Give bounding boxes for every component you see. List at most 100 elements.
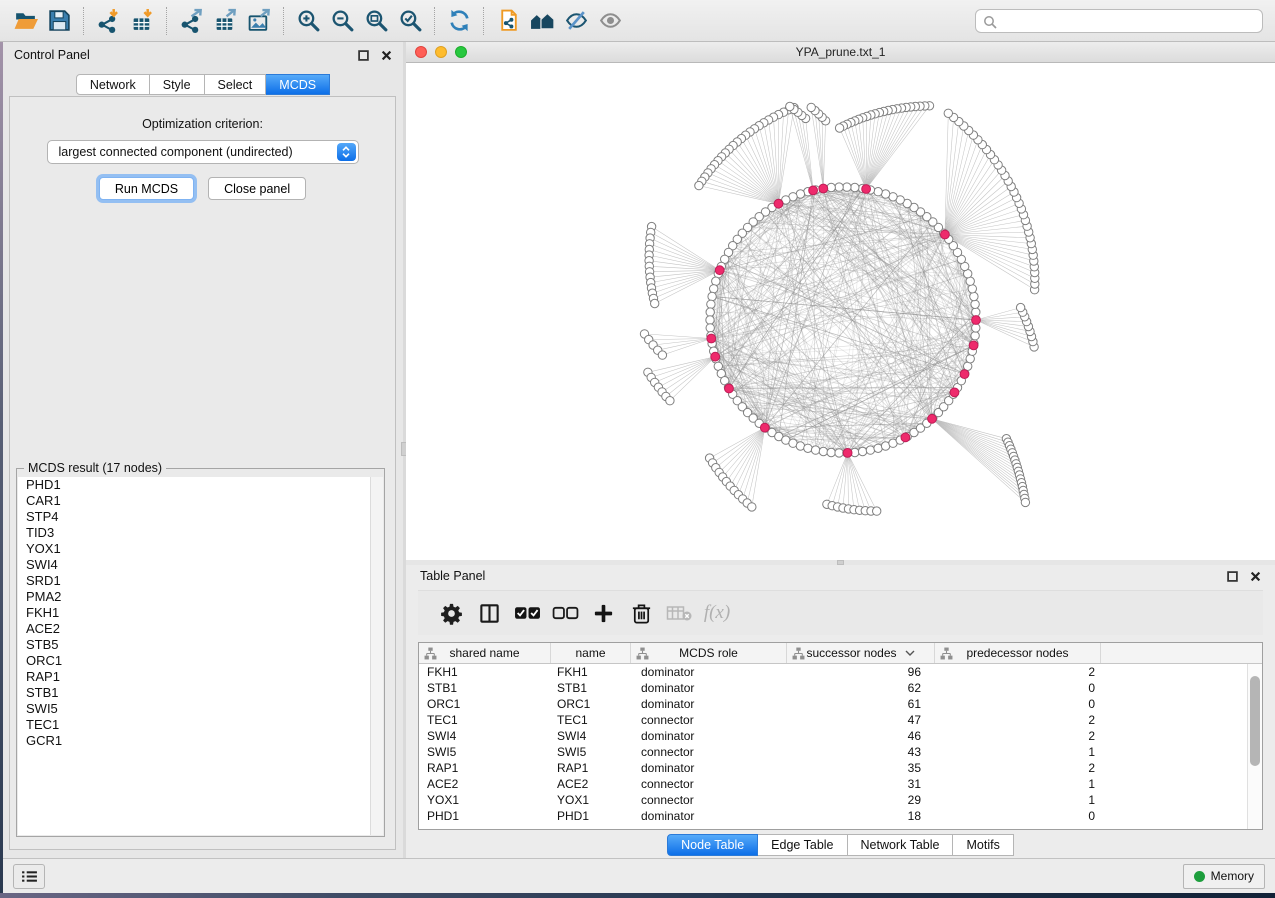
table-body[interactable]: FKH1 FKH1 dominator 96 2 STB1 STB1 domin… xyxy=(419,664,1247,829)
network-window-titlebar[interactable]: YPA_prune.txt_1 xyxy=(406,42,1275,63)
main-toolbar xyxy=(0,0,1275,42)
table-row[interactable]: RAP1 RAP1 dominator 35 2 xyxy=(419,760,1247,776)
maximize-window-icon[interactable] xyxy=(455,46,467,58)
table-row[interactable]: SWI5 SWI5 connector 43 1 xyxy=(419,744,1247,760)
table-row[interactable]: STB1 STB1 dominator 62 0 xyxy=(419,680,1247,696)
toolbar-separator xyxy=(483,7,484,35)
search-box[interactable] xyxy=(975,9,1263,33)
add-row-button[interactable] xyxy=(584,593,622,633)
mcds-result-item[interactable]: STB5 xyxy=(18,637,383,653)
run-mcds-button[interactable]: Run MCDS xyxy=(99,177,194,200)
network-overview-button[interactable] xyxy=(525,3,559,39)
table-column-header[interactable]: successor nodes xyxy=(787,643,935,663)
table-column-header[interactable]: shared name xyxy=(419,643,551,663)
table-row[interactable]: TEC1 TEC1 connector 47 2 xyxy=(419,712,1247,728)
mcds-result-list[interactable]: PHD1 CAR1 STP4 TID3 YOX1 SWI4 SRD1 PMA2 … xyxy=(18,477,383,835)
import-table-button[interactable] xyxy=(125,3,159,39)
table-scrollbar-thumb[interactable] xyxy=(1250,676,1260,766)
zoom-fit-icon xyxy=(364,8,389,33)
zoom-fit-button[interactable] xyxy=(359,3,393,39)
mcds-result-item[interactable]: CAR1 xyxy=(18,493,383,509)
mcds-result-item[interactable]: SWI5 xyxy=(18,701,383,717)
cell-predecessor-nodes: 0 xyxy=(935,680,1101,696)
table-tab[interactable]: Node Table xyxy=(667,834,758,856)
delete-table-icon xyxy=(666,604,693,622)
mcds-result-item[interactable]: ACE2 xyxy=(18,621,383,637)
search-icon xyxy=(983,15,997,29)
gear-icon xyxy=(440,602,463,625)
deselect-all-button[interactable] xyxy=(546,593,584,633)
zoom-selected-button[interactable] xyxy=(393,3,427,39)
float-panel-icon[interactable] xyxy=(358,50,369,61)
table-column-header[interactable]: predecessor nodes xyxy=(935,643,1101,663)
hide-graphics-details-button[interactable] xyxy=(559,3,593,39)
table-column-header[interactable]: MCDS role xyxy=(631,643,787,663)
table-tab[interactable]: Motifs xyxy=(953,834,1013,856)
export-table-button[interactable] xyxy=(208,3,242,39)
close-window-icon[interactable] xyxy=(415,46,427,58)
mcds-result-item[interactable]: SWI4 xyxy=(18,557,383,573)
close-panel-button[interactable]: Close panel xyxy=(208,177,306,200)
mcds-result-item[interactable]: TID3 xyxy=(18,525,383,541)
table-row[interactable]: ACE2 ACE2 connector 31 1 xyxy=(419,776,1247,792)
refresh-view-button[interactable] xyxy=(442,3,476,39)
mcds-result-item[interactable]: RAP1 xyxy=(18,669,383,685)
table-toolbar: f(x) xyxy=(418,590,1263,635)
network-canvas[interactable] xyxy=(406,63,1275,560)
cell-name: FKH1 xyxy=(551,664,631,680)
cell-shared-name: YOX1 xyxy=(419,792,551,808)
zoom-in-button[interactable] xyxy=(291,3,325,39)
mcds-result-item[interactable]: YOX1 xyxy=(18,541,383,557)
mcds-result-item[interactable]: STP4 xyxy=(18,509,383,525)
table-scrollbar[interactable] xyxy=(1247,664,1262,829)
mcds-result-item[interactable]: SRD1 xyxy=(18,573,383,589)
table-settings-button[interactable] xyxy=(432,593,470,633)
mcds-result-item[interactable]: PHD1 xyxy=(18,477,383,493)
control-panel-tab[interactable]: Network xyxy=(76,74,150,95)
optimization-criterion-select[interactable]: largest connected component (undirected) xyxy=(47,140,359,164)
table-column-header[interactable]: name xyxy=(551,643,631,663)
duplicate-network-button[interactable] xyxy=(491,3,525,39)
cell-mcds-role: dominator xyxy=(631,728,787,744)
control-panel-tab[interactable]: Select xyxy=(205,74,267,95)
import-network-button[interactable] xyxy=(91,3,125,39)
mcds-result-item[interactable]: PMA2 xyxy=(18,589,383,605)
task-history-button[interactable] xyxy=(13,864,45,889)
export-network-button[interactable] xyxy=(174,3,208,39)
save-session-button[interactable] xyxy=(42,3,76,39)
mcds-result-item[interactable]: FKH1 xyxy=(18,605,383,621)
zoom-out-button[interactable] xyxy=(325,3,359,39)
table-row[interactable]: SWI4 SWI4 dominator 46 2 xyxy=(419,728,1247,744)
open-session-button[interactable] xyxy=(8,3,42,39)
cell-predecessor-nodes: 2 xyxy=(935,664,1101,680)
export-image-button[interactable] xyxy=(242,3,276,39)
column-label: successor nodes xyxy=(806,646,896,660)
table-row[interactable]: PHD1 PHD1 dominator 18 0 xyxy=(419,808,1247,824)
minimize-window-icon[interactable] xyxy=(435,46,447,58)
cell-name: PHD1 xyxy=(551,808,631,824)
float-panel-icon[interactable] xyxy=(1227,571,1238,582)
table-row[interactable]: YOX1 YOX1 connector 29 1 xyxy=(419,792,1247,808)
close-panel-icon[interactable] xyxy=(381,50,392,61)
table-tab[interactable]: Network Table xyxy=(848,834,954,856)
show-graphics-details-button[interactable] xyxy=(593,3,627,39)
mcds-result-item[interactable]: STB1 xyxy=(18,685,383,701)
mcds-list-scrollbar[interactable] xyxy=(370,477,383,835)
cell-successor-nodes: 47 xyxy=(787,712,935,728)
search-input[interactable] xyxy=(1002,11,1256,31)
table-row[interactable]: ORC1 ORC1 dominator 61 0 xyxy=(419,696,1247,712)
mcds-result-item[interactable]: GCR1 xyxy=(18,733,383,749)
mcds-result-item[interactable]: ORC1 xyxy=(18,653,383,669)
select-all-button[interactable] xyxy=(508,593,546,633)
split-panel-button[interactable] xyxy=(470,593,508,633)
memory-button[interactable]: Memory xyxy=(1183,864,1265,889)
control-panel-tab[interactable]: Style xyxy=(150,74,205,95)
mcds-result-item[interactable]: TEC1 xyxy=(18,717,383,733)
delete-row-button[interactable] xyxy=(622,593,660,633)
close-panel-icon[interactable] xyxy=(1250,571,1261,582)
control-panel-tab[interactable]: MCDS xyxy=(266,74,330,95)
eye-slash-icon xyxy=(564,8,589,33)
table-tab[interactable]: Edge Table xyxy=(758,834,847,856)
table-row[interactable]: FKH1 FKH1 dominator 96 2 xyxy=(419,664,1247,680)
cell-shared-name: ORC1 xyxy=(419,696,551,712)
